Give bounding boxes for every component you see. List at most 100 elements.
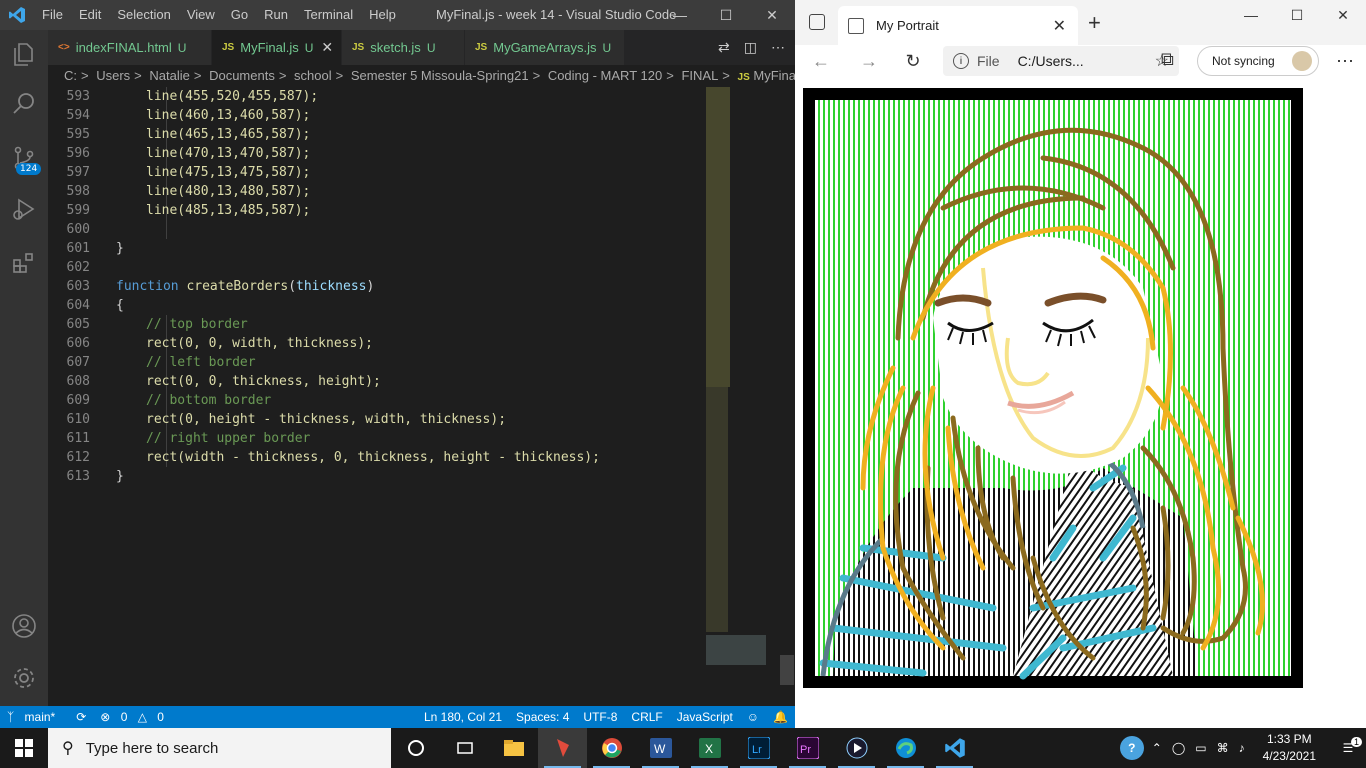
eol-status[interactable]: CRLF [624,710,669,724]
windows-start-icon[interactable] [0,728,48,768]
code-keyword: function [116,279,179,294]
menu-terminal[interactable]: Terminal [296,0,361,30]
cortana-icon[interactable] [391,728,440,768]
excel-icon[interactable]: X [685,728,734,768]
account-icon[interactable] [0,602,48,650]
volume-icon[interactable]: ♪ [1239,741,1245,755]
run-debug-icon[interactable] [0,185,48,233]
help-icon[interactable]: ? [1119,736,1144,760]
branch-status[interactable]: ᛉ main* [0,710,69,724]
search-icon[interactable] [0,80,48,128]
code-line: 595 line(465,13,465,587); [48,125,706,144]
maximize-button[interactable]: ☐ [703,0,749,30]
untracked-indicator: U [177,40,187,55]
menu-run[interactable]: Run [256,0,296,30]
tab-mygamearrays-js[interactable]: JS MyGameArrays.js U [465,30,625,65]
status-bar: ᛉ main* ⟳ ⊗ 0 △ 0 Ln 180, Col 21 Spaces:… [0,706,795,728]
menu-go[interactable]: Go [223,0,256,30]
minimize-button[interactable]: — [657,0,703,30]
cursor-position[interactable]: Ln 180, Col 21 [417,710,509,724]
battery-icon[interactable]: ▭ [1195,741,1206,755]
info-icon[interactable]: i [953,53,969,69]
encoding-status[interactable]: UTF-8 [576,710,624,724]
close-button[interactable]: ✕ [1320,0,1366,30]
file-explorer-icon[interactable] [489,728,538,768]
line-number: 611 [66,431,90,446]
breadcrumb-item[interactable]: Documents [209,68,275,83]
settings-gear-icon[interactable] [0,654,48,702]
code-text: rect(0, height - thickness, width, thick… [146,412,507,427]
breadcrumb-item[interactable]: FINAL [681,68,718,83]
forward-arrow-icon[interactable]: → [847,51,891,72]
maximize-button[interactable]: ☐ [1274,0,1320,30]
tab-indexfinal-html[interactable]: <> indexFINAL.html U [48,30,212,65]
code-editor[interactable]: 593 line(455,520,455,587); 594 line(460,13… [48,87,706,706]
tab-myfinal-js[interactable]: JS MyFinal.js U ✕ [212,30,342,65]
more-actions-icon[interactable]: ⋯ [771,39,785,56]
refresh-icon[interactable]: ↻ [891,51,935,72]
code-text: line(460,13,460,587); [146,108,311,123]
tab-label: MyFinal.js [240,40,299,55]
notification-center-icon[interactable]: ☰ 1 [1330,737,1366,755]
taskbar-search[interactable]: ⚲ Type here to search [48,728,391,768]
breadcrumb-item[interactable]: Users [96,68,130,83]
breadcrumb-item[interactable]: C: [64,68,77,83]
show-hidden-icons-chevron-icon[interactable]: ⌃ [1152,741,1162,755]
tab-label: sketch.js [370,40,421,55]
breadcrumb-item[interactable]: MyFinal.js [753,68,795,83]
menu-file[interactable]: File [34,0,71,30]
menu-selection[interactable]: Selection [109,0,178,30]
premiere-icon[interactable]: Pr [783,728,832,768]
tab-actions-icon[interactable] [809,14,825,30]
chrome-icon[interactable] [587,728,636,768]
minimap[interactable] [706,87,780,706]
language-mode[interactable]: JavaScript [670,710,740,724]
editor-scrollbar[interactable] [780,87,795,706]
code-line: 605 // top border [48,315,706,334]
extensions-icon[interactable] [0,239,48,287]
breadcrumb-item[interactable]: Coding - MART 120 [548,68,662,83]
back-arrow-icon[interactable]: ← [795,51,847,72]
browser-tab[interactable]: My Portrait ✕ [838,6,1078,45]
menu-edit[interactable]: Edit [71,0,109,30]
breadcrumb-item[interactable]: school [294,68,332,83]
js-file-icon: JS [737,72,750,83]
profile-sync-button[interactable]: Not syncing [1197,46,1319,76]
menu-help[interactable]: Help [361,0,404,30]
breadcrumb-item[interactable]: Natalie [149,68,189,83]
vscode-icon[interactable] [930,728,979,768]
scrollbar-thumb[interactable] [780,655,794,685]
taskbar-app-icon[interactable] [538,728,587,768]
lightroom-icon[interactable]: Lr [734,728,783,768]
wifi-icon[interactable]: ⌘ [1217,741,1229,755]
address-bar[interactable]: i File C:/Users... ☆ [943,46,1179,76]
new-tab-icon[interactable]: + [1088,10,1101,36]
explorer-icon[interactable] [0,30,48,78]
taskbar-clock[interactable]: 1:33 PM 4/23/2021 [1249,731,1330,765]
notifications-bell-icon[interactable]: 🔔 [766,710,795,724]
collections-icon[interactable]: ⧉ [1161,49,1174,70]
feedback-icon[interactable]: ☺ [740,710,766,724]
edge-icon[interactable] [881,728,930,768]
close-tab-icon[interactable]: ✕ [321,39,333,56]
word-icon[interactable]: W [636,728,685,768]
source-control-icon[interactable]: 124 [0,134,48,182]
breadcrumb-item[interactable]: Semester 5 Missoula-Spring21 [351,68,529,83]
indentation-status[interactable]: Spaces: 4 [509,710,576,724]
close-tab-icon[interactable]: ✕ [1053,16,1066,36]
menu-view[interactable]: View [179,0,223,30]
task-view-icon[interactable] [440,728,489,768]
media-player-icon[interactable] [832,728,881,768]
close-button[interactable]: ✕ [749,0,795,30]
code-line: 593 line(455,520,455,587); [48,87,706,106]
sync-icon[interactable]: ⟳ [69,710,93,724]
minimize-button[interactable]: — [1228,0,1274,30]
problems-status[interactable]: ⊗ 0 △ 0 [93,710,178,724]
device-icon[interactable]: ◯ [1172,741,1185,755]
settings-more-icon[interactable]: ⋯ [1325,45,1365,77]
code-line: 609 // bottom border [48,391,706,410]
tab-sketch-js[interactable]: JS sketch.js U [342,30,465,65]
line-number: 597 [66,165,90,180]
split-editor-icon[interactable]: ◫ [744,39,757,56]
compare-changes-icon[interactable]: ⇄ [718,39,730,56]
